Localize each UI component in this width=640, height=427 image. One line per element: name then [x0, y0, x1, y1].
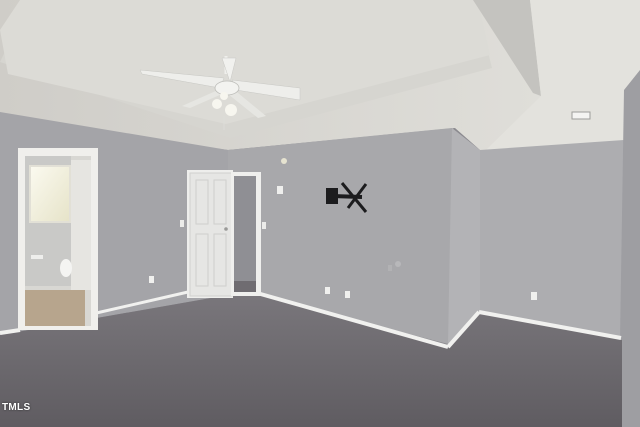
room-illustration — [0, 0, 640, 427]
air-vent — [571, 111, 591, 120]
towel-bar — [31, 255, 43, 259]
bathroom-cabinet — [71, 160, 91, 290]
window-icon — [29, 165, 71, 223]
light-switch[interactable] — [180, 220, 184, 227]
closet-opening — [234, 176, 256, 281]
outlet-icon-5[interactable] — [388, 265, 392, 271]
outlet-icon[interactable] — [149, 276, 154, 283]
outlet-icon-2[interactable] — [325, 287, 330, 294]
corner-wall — [448, 128, 480, 345]
toilet-icon — [60, 259, 72, 277]
thermostat — [277, 186, 283, 194]
door-knob[interactable] — [224, 227, 228, 231]
bathroom-floor — [25, 290, 85, 326]
watermark: TMLS — [2, 402, 31, 413]
wall-patch — [395, 261, 401, 267]
right-back-wall — [480, 140, 624, 340]
smoke-sensor — [281, 158, 287, 164]
outlet-icon-4[interactable] — [531, 292, 537, 300]
room-photo: TMLS — [0, 0, 640, 427]
closet-floor — [234, 281, 256, 292]
light-switch-2[interactable] — [262, 222, 266, 229]
outlet-icon-3[interactable] — [345, 291, 350, 298]
